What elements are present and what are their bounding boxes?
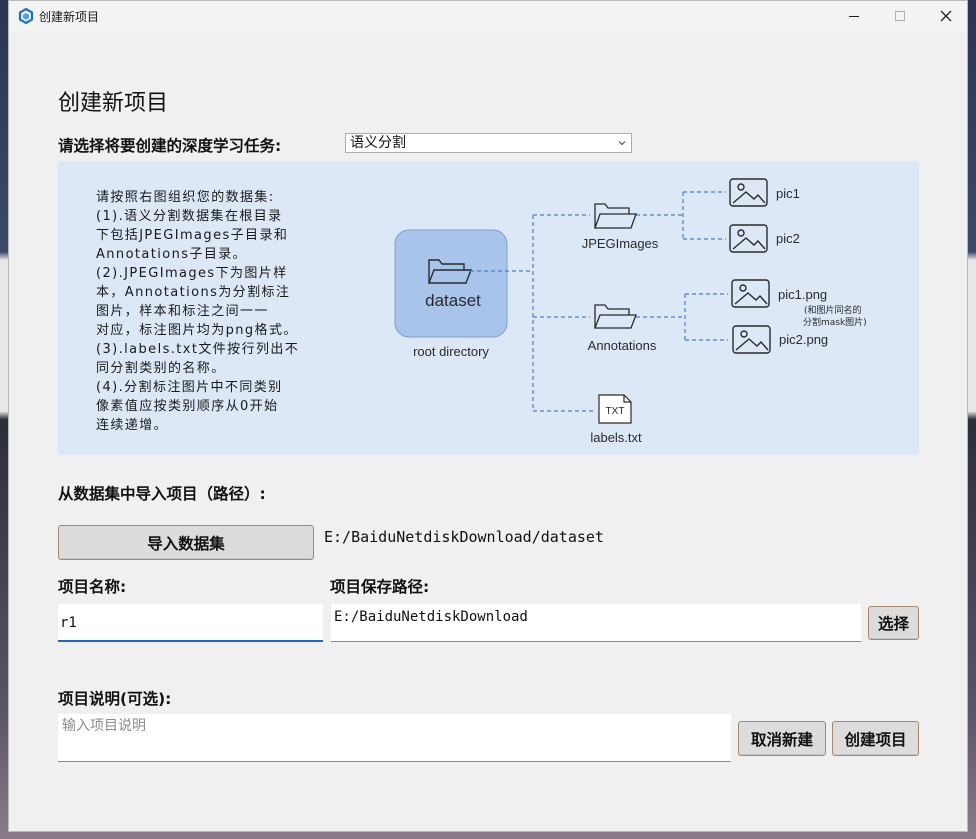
create-project-button[interactable]: 创建项目: [832, 721, 919, 756]
note-line-2: 分割mask图片): [803, 316, 867, 328]
pic1-png-label: pic1.png: [778, 287, 827, 302]
save-path-value: E:/BaiduNetdiskDownload: [334, 609, 528, 625]
image-icon: [729, 224, 768, 253]
import-dataset-button[interactable]: 导入数据集: [58, 525, 314, 560]
project-name-label: 项目名称:: [58, 578, 127, 596]
jpeg-folder-label: JPEGImages: [582, 236, 659, 251]
txt-icon-text: TXT: [606, 406, 625, 417]
cancel-button[interactable]: 取消新建: [738, 721, 826, 756]
labels-file-label: labels.txt: [590, 430, 642, 445]
project-name-input[interactable]: r1: [58, 604, 323, 642]
task-select[interactable]: 语义分割: [345, 133, 632, 153]
close-icon: [940, 10, 952, 22]
connector-lines: [470, 191, 728, 412]
app-logo-icon: [18, 8, 34, 24]
window-title: 创建新项目: [39, 10, 100, 24]
image-icon: [731, 279, 770, 308]
save-path-label: 项目保存路径:: [330, 578, 430, 596]
jpeg-folder-icon: [594, 203, 637, 229]
dataset-structure-diagram: dataset root directory JPEGImages Annota…: [394, 178, 867, 445]
task-select-value: 语义分割: [350, 135, 406, 151]
close-button[interactable]: [923, 1, 967, 31]
txt-file-icon: TXT: [598, 394, 632, 424]
maximize-button[interactable]: [877, 1, 923, 31]
chevron-down-icon: [618, 141, 626, 146]
create-project-dialog: 创建新项目 创建新项目 请选择将要创建的深度学习任务: 语义分割 请按照右图组织…: [8, 0, 968, 832]
image-icon: [732, 325, 771, 354]
annotations-folder-icon: [594, 304, 637, 329]
page-title: 创建新项目: [58, 91, 169, 116]
root-caption: root directory: [413, 344, 489, 359]
task-label: 请选择将要创建的深度学习任务:: [58, 137, 282, 155]
save-path-input[interactable]: E:/BaiduNetdiskDownload: [331, 604, 861, 642]
image-icon: [729, 178, 768, 207]
maximize-icon: [895, 11, 905, 21]
description-label: 项目说明(可选):: [58, 690, 172, 708]
pic2-label: pic2: [776, 231, 800, 246]
description-input[interactable]: 输入项目说明: [58, 714, 731, 762]
choose-path-button[interactable]: 选择: [868, 606, 919, 640]
project-name-value: r1: [60, 615, 77, 631]
pic1-label: pic1: [776, 186, 800, 201]
pic2-png-label: pic2.png: [779, 332, 828, 347]
import-path-text: E:/BaiduNetdiskDownload/dataset: [324, 528, 604, 546]
annotations-folder-label: Annotations: [588, 338, 657, 353]
root-name: dataset: [425, 291, 481, 310]
import-label: 从数据集中导入项目（路径）:: [58, 485, 266, 503]
minimize-button[interactable]: [831, 1, 877, 31]
description-placeholder: 输入项目说明: [62, 718, 146, 734]
dataset-structure-panel: 请按照右图组织您的数据集: (1).语义分割数据集在根目录 下包括JPEGImage…: [58, 161, 919, 455]
title-bar: 创建新项目: [9, 1, 967, 31]
note-line-1: (和图片同名的: [804, 304, 862, 316]
minimize-icon: [849, 16, 859, 17]
